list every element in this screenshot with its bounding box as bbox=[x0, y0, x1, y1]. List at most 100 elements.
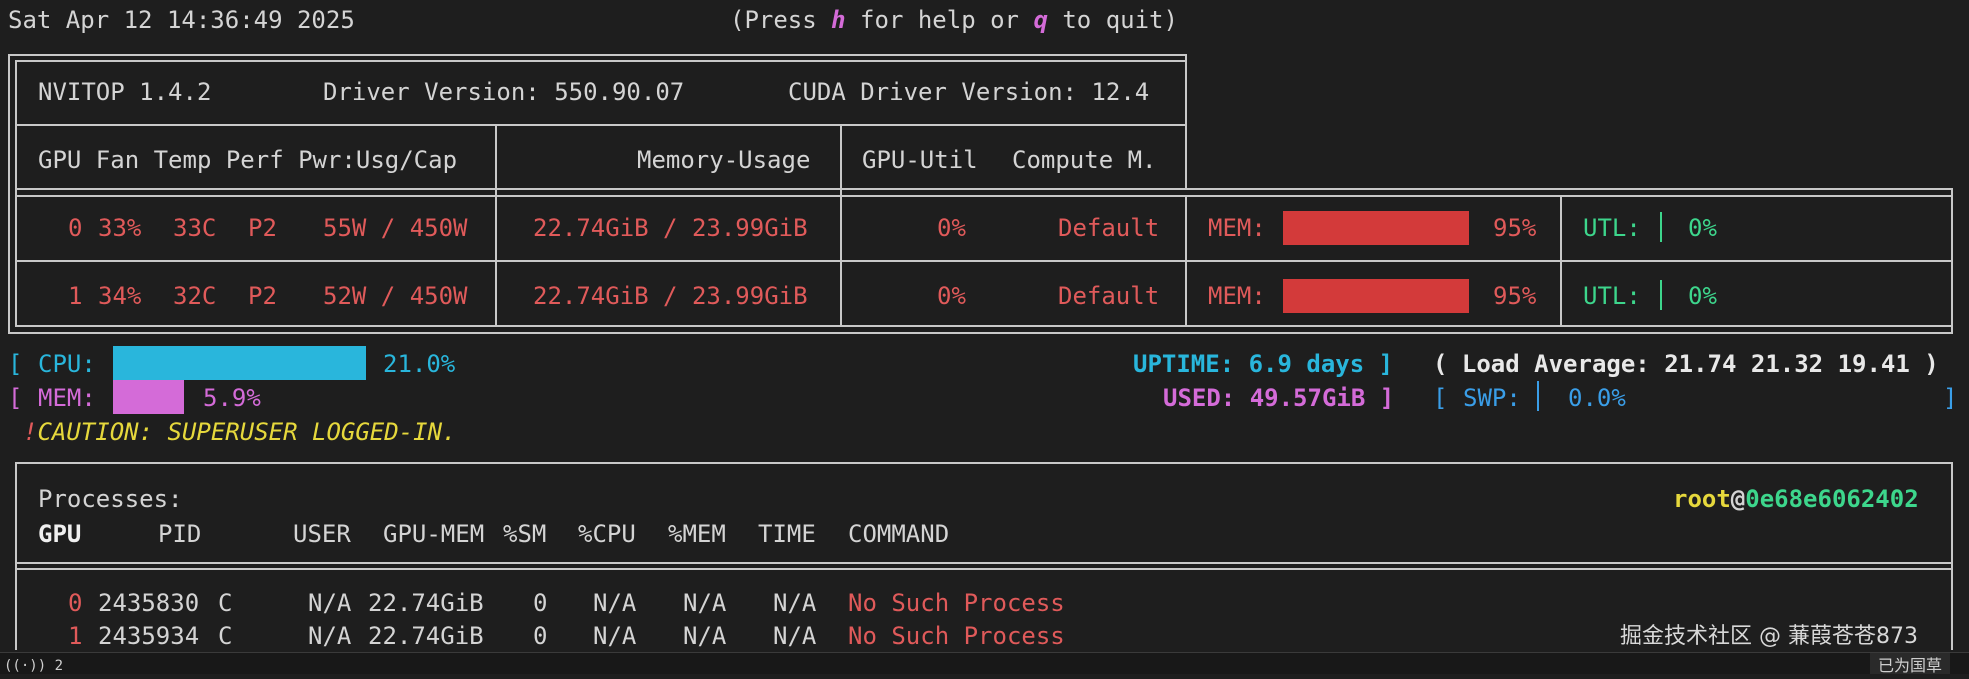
used-label: USED: bbox=[1163, 384, 1236, 412]
hostname: 0e68e6062402 bbox=[1745, 485, 1919, 513]
terminal-window: { "header": { "timestamp": "Sat Apr 12 1… bbox=[0, 0, 1969, 675]
host-mem-label: MEM: bbox=[38, 384, 96, 412]
uptime: UPTIME: 6.9 days ] bbox=[1133, 350, 1394, 378]
used-memory: USED: 49.57GiB ] bbox=[1163, 384, 1395, 412]
process-user: N/A bbox=[308, 622, 352, 650]
gpu-util: 0% bbox=[937, 214, 966, 242]
at-sign: @ bbox=[1730, 485, 1746, 513]
process-gpu-mem: 22.74GiB bbox=[368, 622, 484, 650]
notification-indicator[interactable]: ((·)) 2 bbox=[4, 657, 63, 675]
gpu-index: 1 bbox=[68, 282, 83, 310]
help-hint: (Press h for help or q to quit) bbox=[730, 6, 1178, 34]
process-type: C bbox=[218, 622, 233, 650]
col-pid: PID bbox=[158, 520, 202, 548]
gpu-mem-pct: 95% bbox=[1493, 282, 1537, 310]
host-mem-pct: 5.9% bbox=[203, 384, 261, 412]
cpu-bar bbox=[113, 346, 366, 380]
gpu-mem-bar bbox=[1283, 279, 1469, 313]
help-mid: for help or bbox=[845, 6, 1034, 34]
gpu-power: 52W / 450W bbox=[323, 282, 468, 310]
process-type: C bbox=[218, 589, 233, 617]
nvitop-version: NVITOP 1.4.2 bbox=[38, 78, 212, 106]
gpu-utl-bar bbox=[1660, 280, 1662, 310]
col-cpu: %CPU bbox=[578, 520, 636, 548]
gpu-header-util: GPU-Util bbox=[862, 146, 978, 174]
gpu-mem-bar bbox=[1283, 211, 1469, 245]
col-sm: %SM bbox=[503, 520, 547, 548]
status-strip: ((·)) 2 已为国草 bbox=[0, 652, 1969, 675]
gpu-header-compute: Compute M. bbox=[1012, 146, 1157, 174]
gpu-temp: 32C bbox=[173, 282, 217, 310]
process-cpu: N/A bbox=[593, 622, 637, 650]
cpu-pct: 21.0% bbox=[383, 350, 456, 378]
watermark: 掘金技术社区 @ 蒹葭苍苍873 bbox=[1620, 624, 1918, 649]
help-key: h bbox=[831, 6, 846, 34]
gpu-utl-pct: 0% bbox=[1688, 214, 1717, 242]
uptime-value: 6.9 days bbox=[1248, 350, 1365, 378]
gpu-compute-mode: Default bbox=[1058, 282, 1160, 310]
gpu-header-memory: Memory-Usage bbox=[637, 146, 811, 174]
gpu-compute-mode: Default bbox=[1058, 214, 1160, 242]
gpu-util: 0% bbox=[937, 282, 966, 310]
process-pid: 2435830 bbox=[98, 589, 200, 617]
status-button[interactable]: 已为国草 bbox=[1870, 653, 1951, 675]
gpu-utl-bar bbox=[1660, 212, 1662, 242]
driver-version: Driver Version: 550.90.07 bbox=[323, 78, 685, 106]
uptime-label: UPTIME: bbox=[1133, 350, 1235, 378]
col-gpu: GPU bbox=[38, 520, 82, 548]
cpu-open-bracket: [ bbox=[8, 350, 23, 378]
gpu-index: 0 bbox=[68, 214, 83, 242]
swp-close-bracket: ] bbox=[1943, 384, 1958, 412]
gpu-utl-pct: 0% bbox=[1688, 282, 1717, 310]
col-mem: %MEM bbox=[668, 520, 726, 548]
used-value: 49.57GiB bbox=[1249, 384, 1366, 412]
load-average: ( Load Average: 21.74 21.32 19.41 ) bbox=[1433, 350, 1939, 378]
gpu-mem-label: MEM: bbox=[1208, 214, 1266, 242]
col-command: COMMAND bbox=[848, 520, 950, 548]
process-pid: 2435934 bbox=[98, 622, 200, 650]
process-gpu: 0 bbox=[68, 589, 83, 617]
gpu-fan: 33% bbox=[98, 214, 142, 242]
processes-title: Processes: bbox=[38, 485, 183, 513]
gpu-memory: 22.74GiB / 23.99GiB bbox=[533, 214, 808, 242]
cpu-label: CPU: bbox=[38, 350, 96, 378]
gpu-temp: 33C bbox=[173, 214, 217, 242]
swp-open-bracket: [ bbox=[1433, 384, 1448, 412]
gpu-perf: P2 bbox=[248, 214, 277, 242]
process-command: No Such Process bbox=[848, 589, 1065, 617]
timestamp: Sat Apr 12 14:36:49 2025 bbox=[8, 6, 355, 34]
process-mem: N/A bbox=[683, 589, 727, 617]
caution-text: CAUTION: SUPERUSER LOGGED-IN. bbox=[37, 418, 457, 446]
col-user: USER bbox=[293, 520, 351, 548]
process-command: No Such Process bbox=[848, 622, 1065, 650]
gpu-header-left: GPU Fan Temp Perf Pwr:Usg/Cap bbox=[38, 146, 458, 174]
gpu-mem-pct: 95% bbox=[1493, 214, 1537, 242]
process-time: N/A bbox=[773, 589, 817, 617]
col-gpu-mem: GPU-MEM bbox=[383, 520, 485, 548]
swp-pct: 0.0% bbox=[1568, 384, 1626, 412]
process-sm: 0 bbox=[533, 589, 548, 617]
process-time: N/A bbox=[773, 622, 817, 650]
swp-bar bbox=[1537, 381, 1539, 411]
process-user: root bbox=[1673, 485, 1731, 513]
host-mem-bar bbox=[113, 380, 184, 414]
help-prefix: (Press bbox=[730, 6, 832, 34]
caution-line: !CAUTION: SUPERUSER LOGGED-IN. bbox=[23, 418, 456, 446]
process-cpu: N/A bbox=[593, 589, 637, 617]
gpu-power: 55W / 450W bbox=[323, 214, 468, 242]
col-time: TIME bbox=[758, 520, 816, 548]
process-gpu-mem: 22.74GiB bbox=[368, 589, 484, 617]
process-user: N/A bbox=[308, 589, 352, 617]
user-host: root@0e68e6062402 bbox=[1673, 485, 1919, 513]
gpu-perf: P2 bbox=[248, 282, 277, 310]
caution-mark: ! bbox=[23, 418, 38, 446]
gpu-fan: 34% bbox=[98, 282, 142, 310]
mem-open-bracket: [ bbox=[8, 384, 23, 412]
gpu-utl-label: UTL: bbox=[1583, 282, 1641, 310]
swp-label: SWP: bbox=[1463, 384, 1521, 412]
process-mem: N/A bbox=[683, 622, 727, 650]
gpu-utl-label: UTL: bbox=[1583, 214, 1641, 242]
process-gpu: 1 bbox=[68, 622, 83, 650]
help-suffix: to quit) bbox=[1047, 6, 1178, 34]
gpu-memory: 22.74GiB / 23.99GiB bbox=[533, 282, 808, 310]
